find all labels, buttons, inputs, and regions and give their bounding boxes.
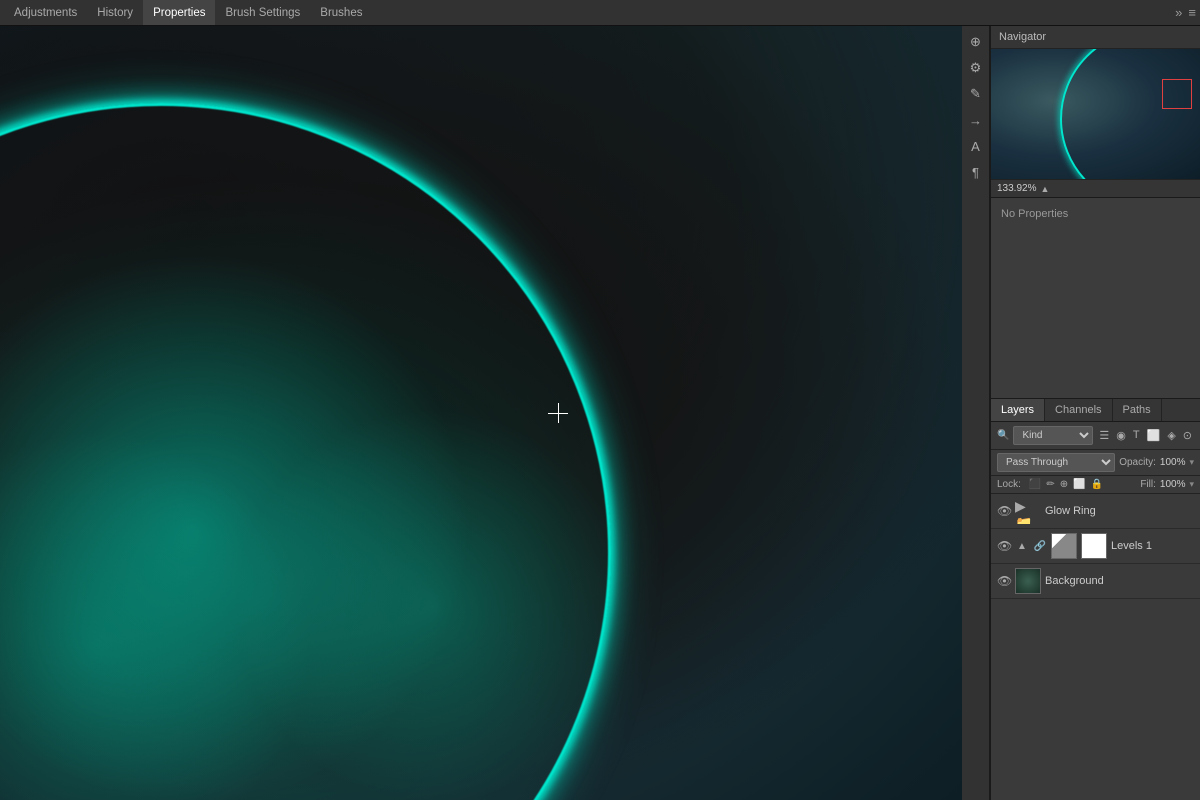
lock-icons-group: ⬛ ✏ ⊕ ⬜ 🔒 xyxy=(1029,479,1103,490)
navigator-title: Navigator xyxy=(999,31,1046,43)
blend-mode-row: Pass Through Opacity: 100% ▾ xyxy=(991,450,1200,476)
adjustment-filter-icon[interactable]: ◉ xyxy=(1114,428,1128,443)
lock-position-icon[interactable]: ⊕ xyxy=(1060,479,1068,490)
pixel-filter-icon[interactable]: ☰ xyxy=(1097,428,1111,443)
opacity-arrow-icon[interactable]: ▾ xyxy=(1189,457,1194,468)
lock-artboard-icon[interactable]: ⬜ xyxy=(1073,479,1085,490)
sparkle-overlay xyxy=(0,26,962,800)
filter-icon-small: 🔍 xyxy=(997,430,1009,441)
folder-icon: ▶📁 xyxy=(1015,498,1032,524)
properties-panel: No Properties xyxy=(991,198,1200,399)
nav-thumb-viewport-rect xyxy=(1162,79,1192,109)
canvas-area[interactable] xyxy=(0,26,962,800)
filter-icon: ⊕ xyxy=(970,34,981,50)
filter-icon-group: ☰ ◉ T ⬜ ◈ ⊙ xyxy=(1097,428,1194,443)
properties-content: No Properties xyxy=(991,198,1200,398)
layers-tabs: Layers Channels Paths xyxy=(991,399,1200,422)
filter-toggle-icon[interactable]: ⊙ xyxy=(1181,428,1194,443)
tab-overflow[interactable]: » ≡ xyxy=(1175,5,1196,20)
pen-icon: ✎ xyxy=(970,86,981,102)
sliders-icon: ⚙ xyxy=(970,60,982,76)
lock-pixel-icon[interactable]: ⬛ xyxy=(1029,479,1041,490)
lock-all-icon[interactable]: 🔒 xyxy=(1091,479,1103,490)
navigator-thumbnail xyxy=(991,49,1200,179)
tab-brushes[interactable]: Brushes xyxy=(310,0,372,25)
tab-channels[interactable]: Channels xyxy=(1045,399,1112,421)
blend-mode-dropdown[interactable]: Pass Through xyxy=(997,453,1115,472)
visibility-eye-background[interactable]: 👁 xyxy=(997,574,1011,588)
arrow-icon: → xyxy=(969,113,982,128)
paragraph-tool-button[interactable]: ¶ xyxy=(964,160,988,184)
visibility-eye-glow-ring[interactable]: 👁 xyxy=(997,504,1011,518)
lock-brush-icon[interactable]: ✏ xyxy=(1046,479,1054,490)
layer-thumb-levels xyxy=(1051,533,1077,559)
fill-value: 100% xyxy=(1160,479,1186,490)
layer-name-levels: Levels 1 xyxy=(1111,540,1194,552)
tools-sidebar: ⊕ ⚙ ✎ → A ¶ xyxy=(962,26,990,800)
layer-filter-dropdown[interactable]: Kind xyxy=(1013,426,1093,445)
no-properties-label: No Properties xyxy=(1001,208,1068,220)
layers-panel: Layers Channels Paths 🔍 Kind ☰ ◉ T xyxy=(991,399,1200,800)
opacity-value: 100% xyxy=(1160,457,1186,468)
visibility-eye-levels[interactable]: 👁 xyxy=(997,539,1011,553)
levels-icon: ▲ xyxy=(1015,539,1029,553)
tab-history[interactable]: History xyxy=(87,0,143,25)
tab-brush-settings[interactable]: Brush Settings xyxy=(215,0,310,25)
paragraph-icon: ¶ xyxy=(972,165,979,180)
opacity-label: Opacity: xyxy=(1119,457,1156,468)
layers-filter-row: 🔍 Kind ☰ ◉ T ⬜ ◈ ⊙ xyxy=(991,422,1200,450)
pen-tool-button[interactable]: ✎ xyxy=(964,82,988,106)
smartobj-filter-icon[interactable]: ◈ xyxy=(1165,428,1177,443)
properties-tool-button[interactable]: ⚙ xyxy=(964,56,988,80)
nav-zoom-value: 133.92% xyxy=(997,183,1036,194)
tab-layers[interactable]: Layers xyxy=(991,399,1045,421)
filter-tool-button[interactable]: ⊕ xyxy=(964,30,988,54)
navigator-panel: Navigator 133.92% ▲ xyxy=(991,26,1200,198)
tab-bar: Adjustments History Properties Brush Set… xyxy=(0,0,1200,26)
lock-row: Lock: ⬛ ✏ ⊕ ⬜ 🔒 Fill: 100% ▾ xyxy=(991,476,1200,494)
tab-adjustments[interactable]: Adjustments xyxy=(4,0,87,25)
arrow-tool-button[interactable]: → xyxy=(964,108,988,132)
opacity-row: Opacity: 100% ▾ xyxy=(1119,457,1194,468)
right-panel: Navigator 133.92% ▲ No Properties Layers xyxy=(990,26,1200,800)
layer-item-glow-ring[interactable]: 👁 ▶📁 Glow Ring xyxy=(991,494,1200,529)
fill-arrow-icon[interactable]: ▾ xyxy=(1189,479,1194,490)
lock-label: Lock: xyxy=(997,479,1021,490)
shape-filter-icon[interactable]: ⬜ xyxy=(1145,428,1163,443)
text-tool-button[interactable]: A xyxy=(964,134,988,158)
layer-name-glow-ring: Glow Ring xyxy=(1045,505,1194,517)
type-filter-icon[interactable]: T xyxy=(1131,428,1142,443)
tab-paths[interactable]: Paths xyxy=(1113,399,1162,421)
navigator-header: Navigator xyxy=(991,26,1200,49)
nav-zoom-arrow[interactable]: ▲ xyxy=(1040,184,1049,194)
layer-name-background: Background xyxy=(1045,575,1194,587)
mask-link-icon: 🔗 xyxy=(1033,539,1047,553)
layer-thumb-background xyxy=(1015,568,1041,594)
nav-zoom-bar: 133.92% ▲ xyxy=(991,179,1200,197)
layer-item-levels[interactable]: 👁 ▲ 🔗 Levels 1 xyxy=(991,529,1200,564)
nav-thumb-ring xyxy=(1060,49,1200,179)
main-layout: ⊕ ⚙ ✎ → A ¶ Navigator xyxy=(0,26,1200,800)
layer-thumb-glow-ring: ▶📁 xyxy=(1015,498,1041,524)
layer-item-background[interactable]: 👁 Background xyxy=(991,564,1200,599)
cursor-crosshair xyxy=(548,403,568,423)
fill-label: Fill: xyxy=(1140,479,1156,490)
layers-list: 👁 ▶📁 Glow Ring 👁 ▲ 🔗 Levels 1 xyxy=(991,494,1200,800)
tab-properties[interactable]: Properties xyxy=(143,0,215,25)
layer-mask-thumb-levels xyxy=(1081,533,1107,559)
text-icon: A xyxy=(971,139,980,154)
fill-row: Fill: 100% ▾ xyxy=(1140,479,1194,490)
